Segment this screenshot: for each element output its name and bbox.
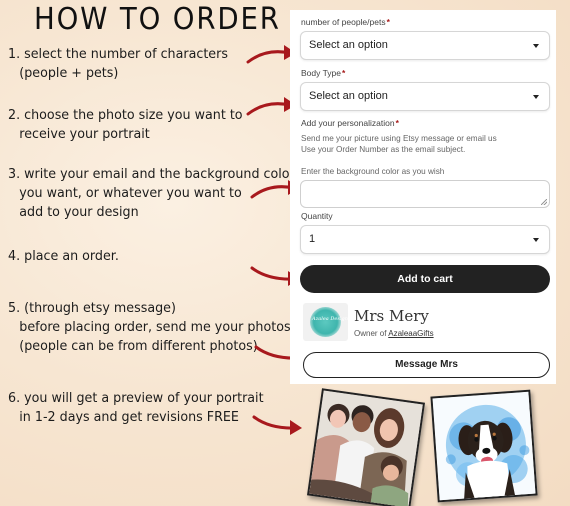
- step-1-line-1: 1. select the number of characters: [8, 46, 228, 62]
- seller-name: Mrs Mery: [354, 307, 429, 325]
- people-pets-value: Select an option: [309, 39, 388, 51]
- step-5-line-3: (people can be from different photos): [19, 338, 258, 354]
- personalization-help: Send me your picture using Etsy message …: [301, 133, 497, 155]
- caret-down-icon: [533, 238, 539, 242]
- seller-owner-line: Owner of AzaleaaGifts: [354, 329, 434, 338]
- shop-link[interactable]: AzaleaaGifts: [388, 329, 433, 338]
- step-5: 5. (through etsy message) before placing…: [8, 299, 291, 356]
- people-pets-label-text: number of people/pets: [301, 17, 386, 27]
- order-form-panel: number of people/pets* Select an option …: [290, 10, 556, 384]
- family-portrait-sample: [306, 388, 426, 506]
- step-2-line-2: receive your portrait: [19, 126, 150, 142]
- step-4-line-1: 4. place an order.: [8, 248, 119, 264]
- owner-prefix: Owner of: [354, 329, 387, 338]
- arrow-icon: [252, 415, 302, 435]
- resize-grip-icon[interactable]: [541, 199, 547, 205]
- step-1-line-2: (people + pets): [19, 65, 119, 81]
- quantity-label: Quantity: [301, 211, 333, 221]
- step-6: 6. you will get a preview of your portra…: [8, 389, 264, 427]
- shop-logo[interactable]: Azalea Design: [303, 303, 348, 341]
- family-illustration: [308, 390, 426, 506]
- caret-down-icon: [533, 95, 539, 99]
- personalization-prompt: Enter the background color as you wish: [301, 167, 445, 176]
- logo-splash: [310, 307, 341, 337]
- add-to-cart-button[interactable]: Add to cart: [300, 265, 550, 293]
- step-5-line-2: before placing order, send me your photo…: [19, 319, 291, 335]
- body-type-label-text: Body Type: [301, 68, 342, 78]
- people-pets-select[interactable]: Select an option: [300, 31, 550, 60]
- personalization-textarea[interactable]: [300, 180, 550, 208]
- step-4: 4. place an order.: [8, 247, 119, 266]
- step-6-line-1: 6. you will get a preview of your portra…: [8, 390, 264, 406]
- required-mark: *: [386, 17, 390, 27]
- message-seller-button[interactable]: Message Mrs: [303, 352, 550, 378]
- step-5-line-1: 5. (through etsy message): [8, 300, 176, 316]
- logo-text: Azalea Design: [312, 316, 348, 322]
- personalization-label-text: Add your personalization: [301, 118, 395, 128]
- required-mark: *: [342, 68, 346, 78]
- step-2: 2. choose the photo size you want to rec…: [8, 106, 243, 144]
- caret-down-icon: [533, 44, 539, 48]
- step-6-line-2: in 1-2 days and get revisions FREE: [19, 409, 239, 425]
- step-1: 1. select the number of characters (peop…: [8, 45, 228, 83]
- dog-illustration: [432, 391, 538, 503]
- people-pets-label: number of people/pets*: [301, 17, 390, 27]
- dog-portrait-sample: [430, 389, 538, 503]
- step-3-line-3: add to your design: [19, 204, 139, 220]
- page-title: HOW TO ORDER: [34, 2, 281, 37]
- required-mark: *: [395, 118, 399, 128]
- body-type-select[interactable]: Select an option: [300, 82, 550, 111]
- quantity-select[interactable]: 1: [300, 225, 550, 254]
- help-line-2: Use your Order Number as the email subje…: [301, 145, 466, 154]
- body-type-label: Body Type*: [301, 68, 345, 78]
- help-line-1: Send me your picture using Etsy message …: [301, 134, 497, 143]
- step-2-line-1: 2. choose the photo size you want to: [8, 107, 243, 123]
- personalization-label: Add your personalization*: [301, 118, 399, 128]
- body-type-value: Select an option: [309, 90, 388, 102]
- quantity-value: 1: [309, 233, 316, 245]
